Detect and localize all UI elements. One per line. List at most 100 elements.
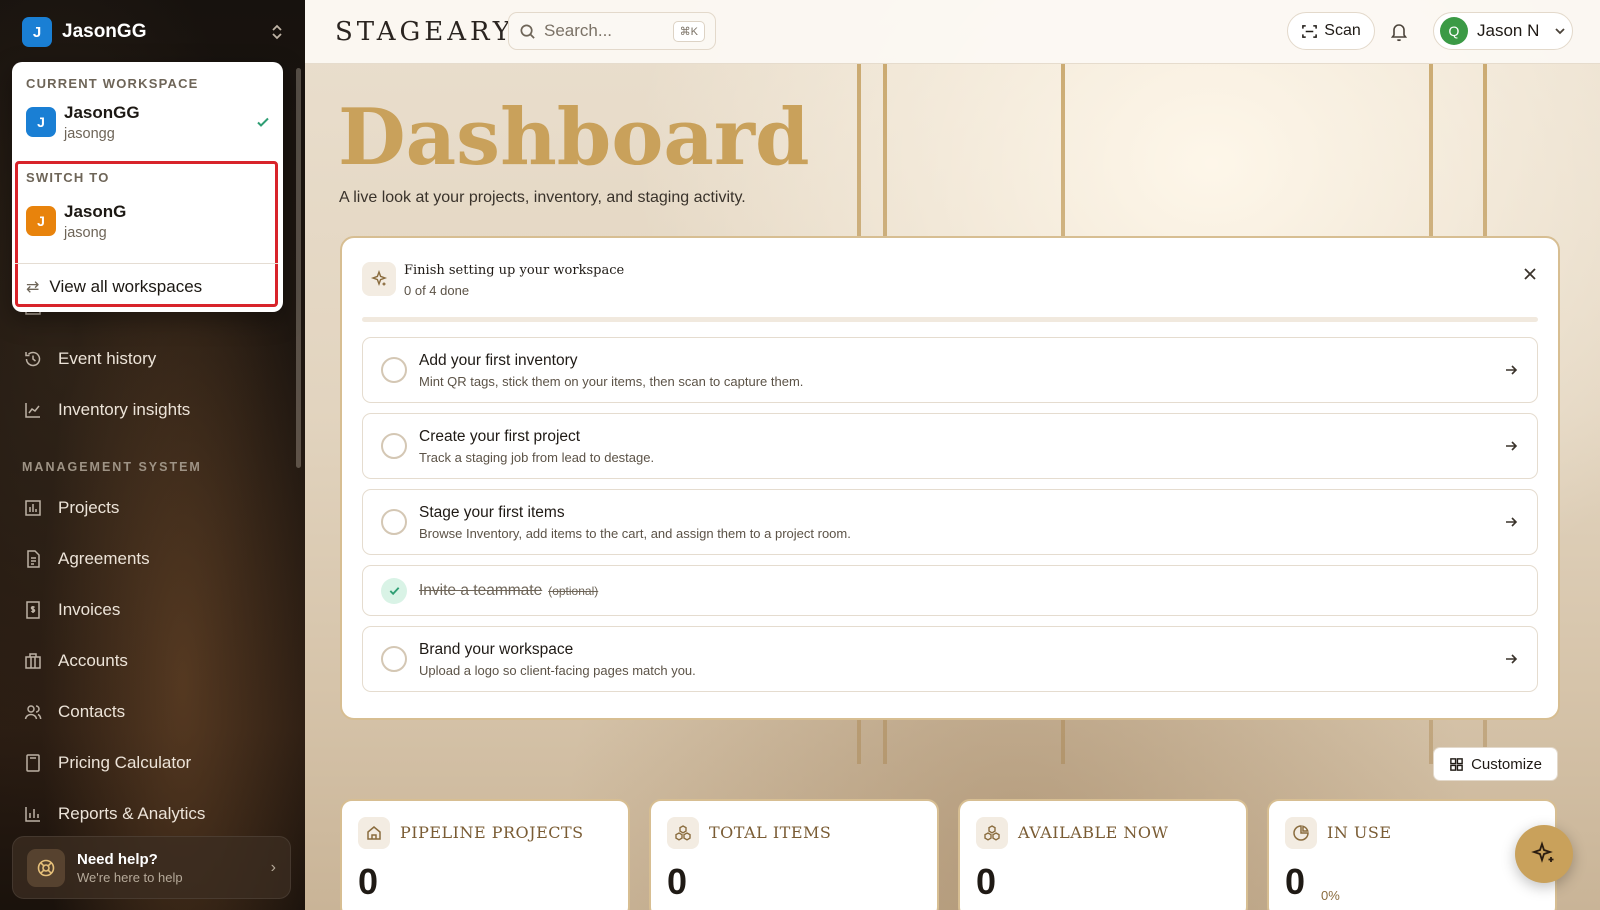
nav-agreements[interactable]: Agreements <box>22 544 282 574</box>
task-status-circle[interactable] <box>381 433 407 459</box>
task-invite-teammate[interactable]: Invite a teammate (optional) <box>362 565 1538 616</box>
view-all-workspaces-link[interactable]: ⇄ View all workspaces <box>26 272 202 302</box>
task-title: Stage your first items <box>419 503 565 521</box>
lifebuoy-icon <box>27 848 65 887</box>
sparkle-icon <box>1531 841 1554 863</box>
stat-card-pipeline-projects[interactable]: PIPELINE PROJECTS 0 <box>340 799 630 910</box>
grid-icon <box>1450 757 1463 771</box>
user-menu-button[interactable]: Q Jason N <box>1433 12 1573 50</box>
arrow-right-icon <box>1506 654 1518 664</box>
search-box[interactable]: ⌘K <box>508 12 716 50</box>
nav-contacts[interactable]: Contacts <box>22 697 282 727</box>
arrow-right-icon <box>1506 365 1518 375</box>
nav-label: Reports & Analytics <box>58 804 206 823</box>
projects-icon <box>22 497 44 519</box>
nav-label: Event history <box>58 349 157 368</box>
onboarding-count: 0 of 4 done <box>404 283 470 298</box>
nav-pricing-calculator[interactable]: Pricing Calculator <box>22 748 282 778</box>
workspace-avatar: J <box>26 206 56 236</box>
bell-icon[interactable] <box>1388 20 1410 42</box>
switch-to-label: SWITCH TO <box>26 170 110 185</box>
onboarding-card: Finish setting up your workspace 0 of 4 … <box>340 236 1560 720</box>
task-add-inventory[interactable]: Add your first inventory Mint QR tags, s… <box>362 337 1538 403</box>
calculator-icon <box>22 752 44 774</box>
customize-button[interactable]: Customize <box>1433 747 1558 781</box>
sidebar-scrollbar[interactable] <box>296 68 301 468</box>
task-title: Invite a teammate <box>419 581 543 599</box>
task-title: Add your first inventory <box>419 351 578 369</box>
onboarding-progress-bar <box>362 317 1538 322</box>
stat-value: 0 <box>1285 861 1306 902</box>
scan-icon <box>1302 24 1318 38</box>
stat-percent: 0% <box>1321 888 1340 903</box>
search-input[interactable] <box>544 21 673 41</box>
main-content: STAGEARY ⌘K Scan Q Jason N Dashboard A l… <box>305 0 1600 910</box>
check-icon <box>381 577 407 604</box>
switch-workspace-item[interactable]: J JasonG jasong <box>26 199 271 243</box>
nav-label: Inventory insights <box>58 400 191 419</box>
workspace-slug: jasong <box>64 224 107 241</box>
task-status-circle[interactable] <box>381 509 407 535</box>
page-title: Dashboard <box>338 92 810 183</box>
stat-label: AVAILABLE NOW <box>1018 823 1169 842</box>
workspace-dropdown: CURRENT WORKSPACE J JasonGG jasongg SWIT… <box>12 62 283 312</box>
chevron-down-icon <box>1555 28 1565 35</box>
chevron-up-down-icon <box>272 24 282 40</box>
contacts-icon <box>22 701 44 723</box>
help-title: Need help? <box>77 850 158 868</box>
nav-event-history[interactable]: Event history <box>22 344 282 374</box>
nav-inventory-insights[interactable]: Inventory insights <box>22 395 282 425</box>
workspace-avatar: J <box>22 17 52 47</box>
boxes-icon <box>667 817 699 849</box>
workspace-slug: jasongg <box>64 125 115 142</box>
document-icon <box>22 548 44 570</box>
building-icon <box>22 650 44 672</box>
nav-label: Pricing Calculator <box>58 753 192 772</box>
stat-card-total-items[interactable]: TOTAL ITEMS 0 <box>649 799 939 910</box>
pie-chart-icon <box>1285 817 1317 849</box>
history-icon <box>22 348 44 370</box>
nav-reports-analytics[interactable]: Reports & Analytics <box>22 799 282 829</box>
sparkle-icon <box>362 262 396 296</box>
invoice-icon <box>22 599 44 621</box>
scan-label: Scan <box>1324 22 1361 39</box>
check-icon <box>257 117 269 127</box>
stat-value: 0 <box>976 861 997 902</box>
close-icon[interactable] <box>1520 264 1540 284</box>
divider <box>15 263 278 264</box>
task-brand-workspace[interactable]: Brand your workspace Upload a logo so cl… <box>362 626 1538 692</box>
section-label: MANAGEMENT SYSTEM <box>22 460 202 474</box>
stat-card-in-use[interactable]: IN USE 0 0% <box>1267 799 1557 910</box>
onboarding-title: Finish setting up your workspace <box>404 263 625 278</box>
stat-value: 0 <box>667 861 688 902</box>
nav-label: Agreements <box>58 549 150 568</box>
nav-label: Invoices <box>58 600 121 619</box>
task-description: Browse Inventory, add items to the cart,… <box>419 525 851 541</box>
workspace-name: JasonGG <box>62 21 147 42</box>
nav-accounts[interactable]: Accounts <box>22 646 282 676</box>
scan-button[interactable]: Scan <box>1287 12 1375 50</box>
workspace-switcher[interactable]: J JasonGG <box>22 17 284 47</box>
nav-projects[interactable]: Projects <box>22 493 282 523</box>
task-status-circle[interactable] <box>381 646 407 672</box>
app-logo[interactable]: STAGEARY <box>335 17 514 47</box>
current-workspace-item[interactable]: J JasonGG jasongg <box>26 100 271 144</box>
nav-label: Contacts <box>58 702 126 721</box>
ai-assistant-button[interactable] <box>1515 825 1573 883</box>
help-subtitle: We're here to help <box>77 869 183 885</box>
task-title: Create your first project <box>419 427 581 445</box>
swap-icon: ⇄ <box>26 279 40 296</box>
view-all-label: View all workspaces <box>49 277 203 296</box>
nav-invoices[interactable]: Invoices <box>22 595 282 625</box>
workspace-name: JasonGG <box>64 102 140 122</box>
workspace-name: JasonG <box>64 201 127 221</box>
task-optional-tag: (optional) <box>548 583 599 598</box>
search-icon <box>520 24 535 39</box>
task-create-project[interactable]: Create your first project Track a stagin… <box>362 413 1538 479</box>
stat-label: TOTAL ITEMS <box>709 823 832 842</box>
customize-label: Customize <box>1471 755 1542 773</box>
stat-card-available-now[interactable]: AVAILABLE NOW 0 <box>958 799 1248 910</box>
task-status-circle[interactable] <box>381 357 407 383</box>
help-card[interactable]: Need help? We're here to help › <box>12 836 291 899</box>
task-stage-items[interactable]: Stage your first items Browse Inventory,… <box>362 489 1538 555</box>
